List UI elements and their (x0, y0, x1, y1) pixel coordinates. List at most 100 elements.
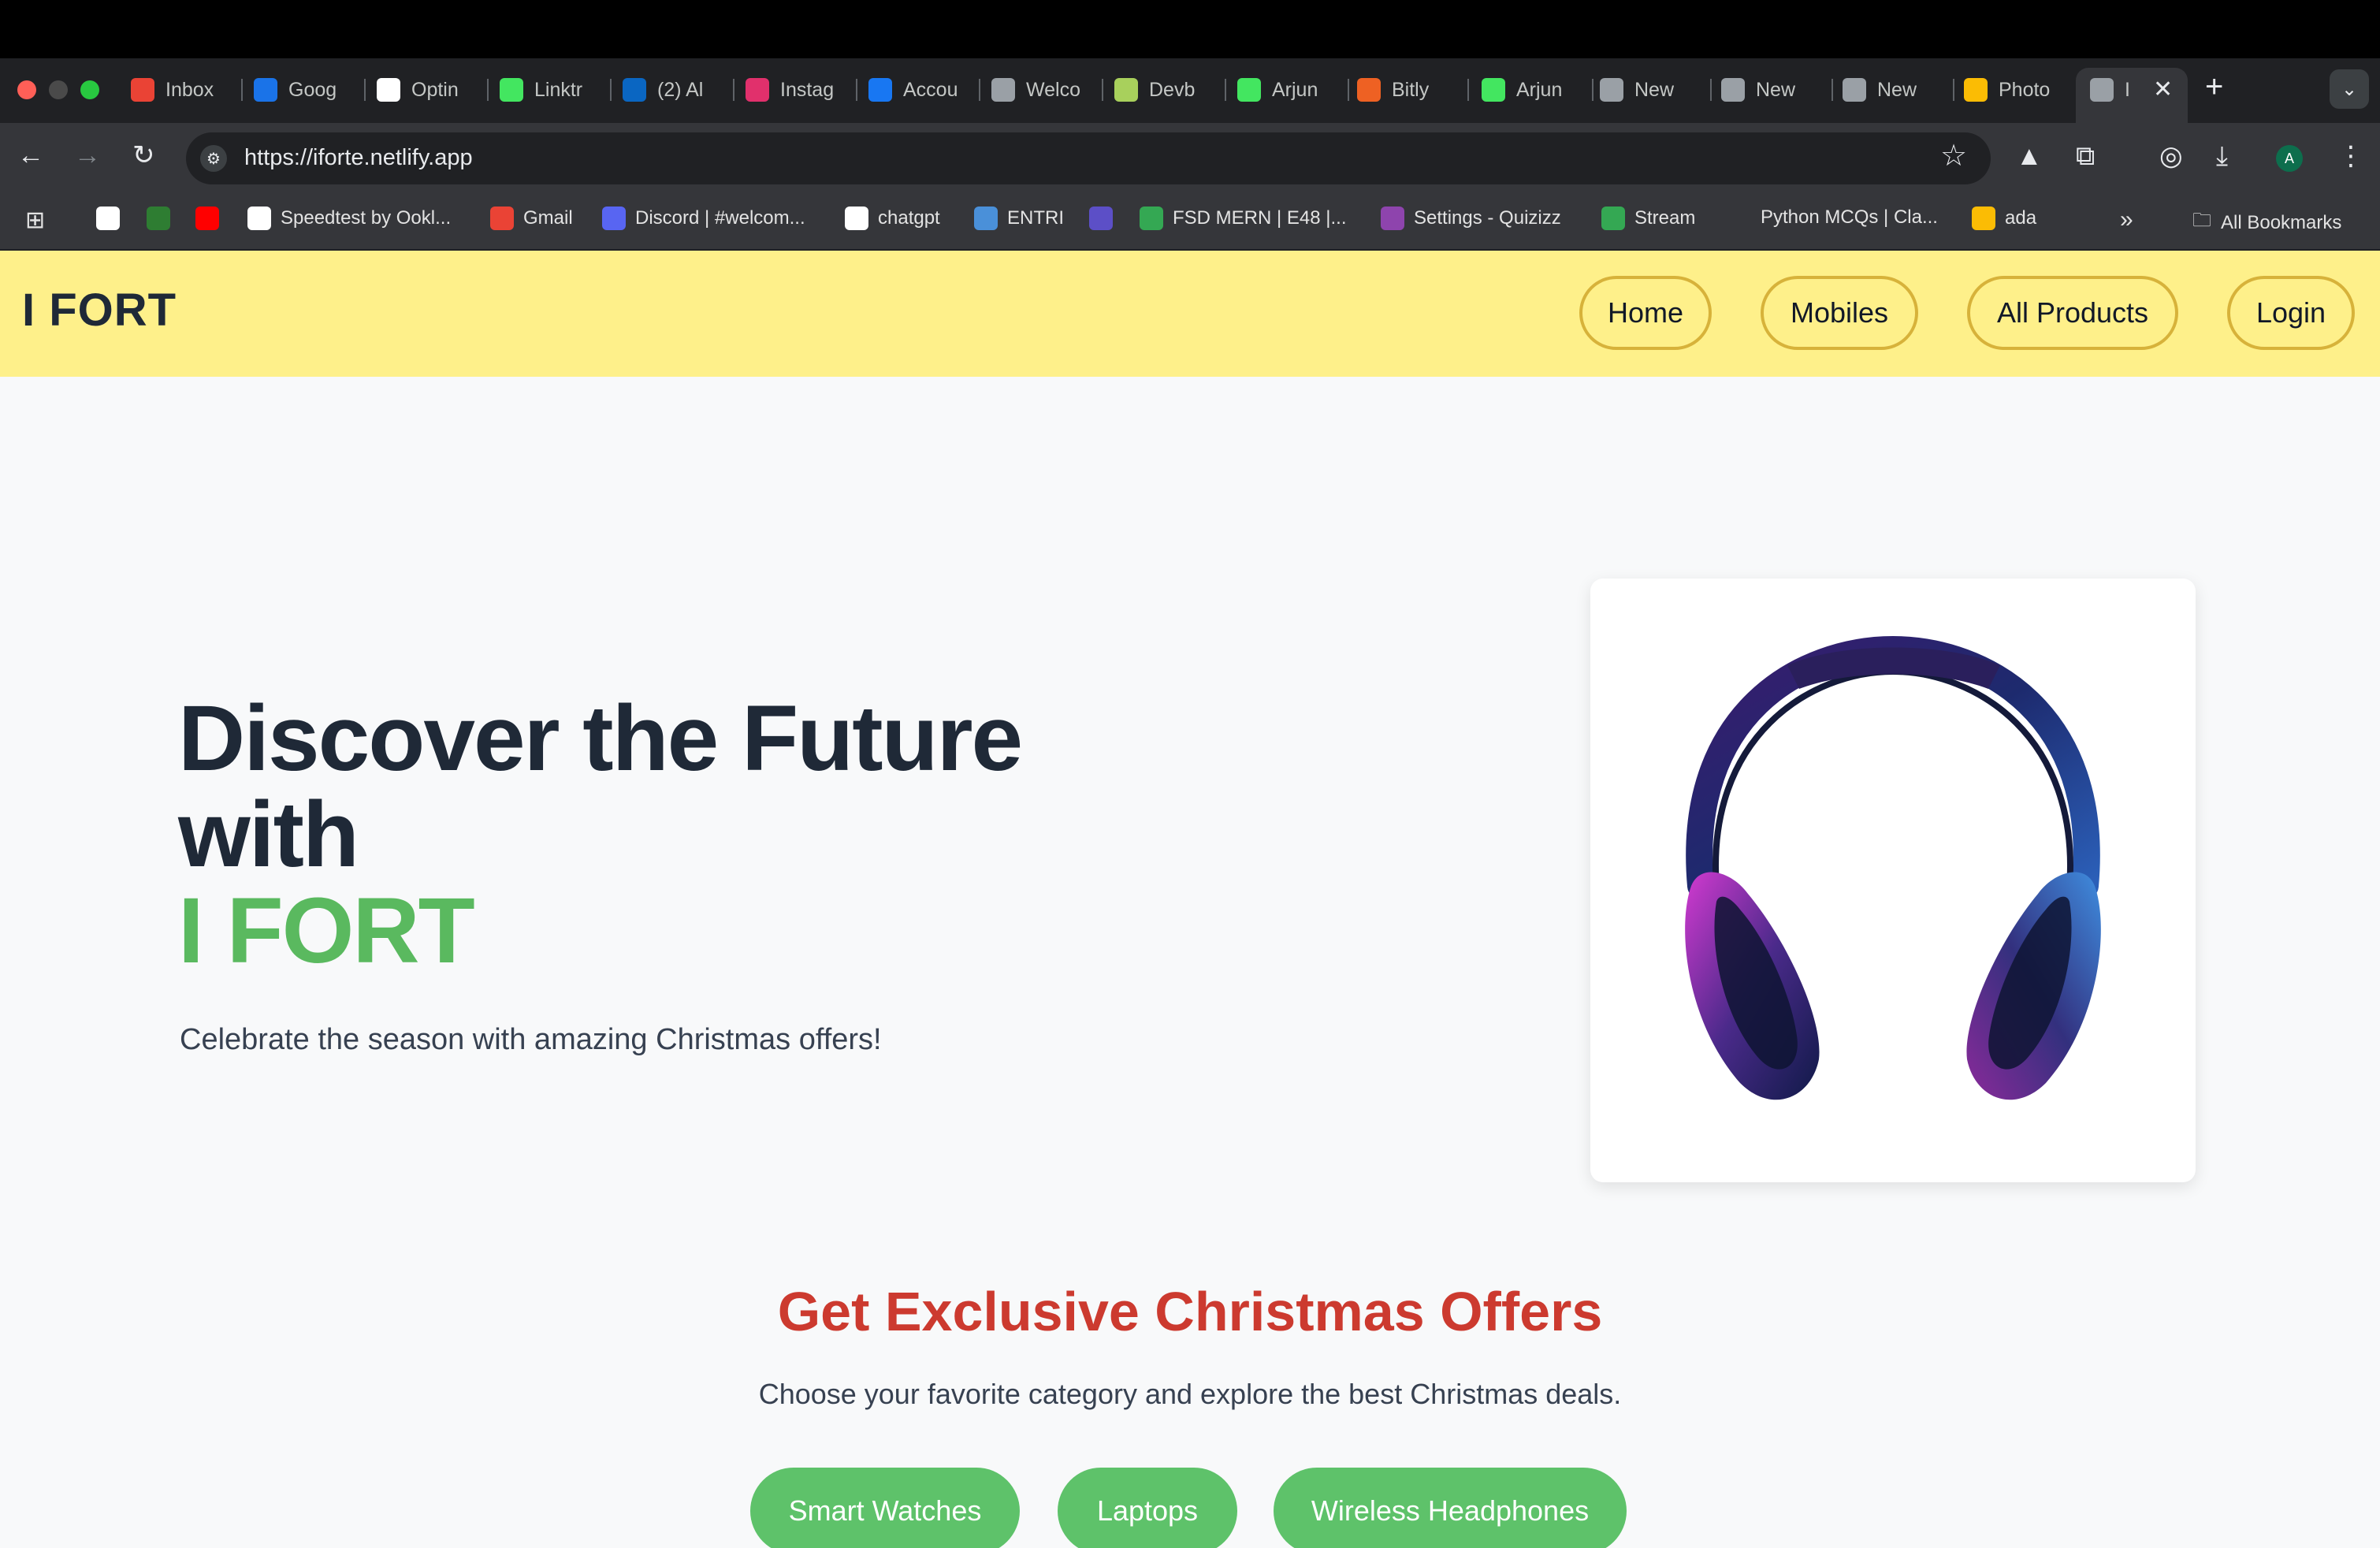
bookmarks-overflow-icon[interactable]: » (2120, 207, 2133, 233)
performance-icon[interactable]: ◎ (2159, 142, 2183, 170)
bookmark-label: Python MCQs | Cla... (1761, 207, 1938, 228)
menu-kebab-icon[interactable]: ⋮ (2337, 142, 2364, 170)
nav-all-products-button[interactable]: All Products (1967, 276, 2178, 350)
chrome-icon (1843, 78, 1866, 102)
tab-search-chevron-icon[interactable]: ⌄ (2330, 69, 2369, 109)
bookmark-item[interactable]: ENTRI (974, 207, 1064, 230)
tab-separator (733, 79, 734, 101)
photos-icon (1964, 78, 1988, 102)
tab-9[interactable]: Arjun (1237, 68, 1355, 112)
nav-mobiles-button[interactable]: Mobiles (1761, 276, 1918, 350)
bookmark-item[interactable]: Settings - Quizizz (1381, 207, 1561, 230)
bookmark-item[interactable] (1089, 207, 1113, 230)
bookmark-label: Stream (1634, 207, 1696, 229)
chrome-icon (1600, 78, 1623, 102)
gmail-icon (131, 78, 154, 102)
profile-avatar[interactable]: A (2276, 145, 2303, 172)
category-smart-watches-button[interactable]: Smart Watches (750, 1468, 1020, 1548)
finance-icon (147, 207, 170, 230)
circle-icon (1089, 207, 1113, 230)
tab-2[interactable]: Optin (377, 68, 495, 112)
tab-separator (364, 79, 366, 101)
tab-8[interactable]: Devb (1114, 68, 1233, 112)
hero-product-card (1590, 579, 2196, 1182)
classroom-icon (1140, 207, 1163, 230)
site-logo[interactable]: I FORT (22, 284, 177, 337)
tab-6[interactable]: Accou (868, 68, 987, 112)
tab-11[interactable]: Arjun (1482, 68, 1600, 112)
tab-label: New (1877, 78, 1917, 101)
nav-login-button[interactable]: Login (2227, 276, 2355, 350)
bookmark-item[interactable]: FSD MERN | E48 |... (1140, 207, 1347, 230)
tab-label: (2) Al (657, 78, 704, 101)
category-laptops-button[interactable]: Laptops (1058, 1468, 1237, 1548)
all-bookmarks-folder[interactable]: 🗀 All Bookmarks (2192, 207, 2341, 239)
linktree-icon (1237, 78, 1261, 102)
tab-label: Optin (411, 78, 459, 101)
tab-separator (241, 79, 243, 101)
tab-separator (487, 79, 489, 101)
tab-10[interactable]: Bitly (1357, 68, 1475, 112)
gmail-icon (490, 207, 514, 230)
tab-label: Bitly (1392, 78, 1430, 101)
close-tab-icon[interactable]: ✕ (2153, 76, 2173, 103)
facebook-icon (868, 78, 892, 102)
bookmark-label: Discord | #welcom... (635, 207, 805, 229)
bookmark-item[interactable]: ada (1972, 207, 2036, 230)
bookmark-item[interactable]: chatgpt (845, 207, 940, 230)
bookmark-item[interactable]: Stream (1601, 207, 1695, 230)
bookmark-item[interactable] (147, 207, 170, 230)
bookmark-item[interactable]: Gmail (490, 207, 573, 230)
extensions-puzzle-icon[interactable]: ⧉ (2076, 142, 2095, 170)
tab-separator (1467, 79, 1469, 101)
tab-0[interactable]: Inbox (131, 68, 249, 112)
hero-title-line1: Discover the Future (178, 687, 1023, 791)
quizizz-icon (1381, 207, 1404, 230)
classroom-icon (1601, 207, 1625, 230)
tab-label: Welco (1026, 78, 1081, 101)
category-wireless-headphones-button[interactable]: Wireless Headphones (1274, 1468, 1627, 1548)
tab-4[interactable]: (2) Al (623, 68, 741, 112)
bookmark-item[interactable] (96, 207, 120, 230)
minimize-window-button[interactable] (49, 80, 68, 99)
store-icon (991, 78, 1015, 102)
forward-arrow-icon[interactable]: → (74, 142, 101, 169)
hero-title-line2: with (178, 783, 359, 887)
url-text[interactable]: https://iforte.netlify.app (244, 145, 473, 171)
tab-label: New (1756, 78, 1796, 101)
tab-label: Inbox (165, 78, 214, 101)
tab-7[interactable]: Welco (991, 68, 1110, 112)
offers-title: Get Exclusive Christmas Offers (777, 1281, 1603, 1342)
apps-grid-icon[interactable]: ⊞ (25, 207, 45, 234)
bookmark-star-icon[interactable]: ☆ (1940, 140, 1967, 172)
tab-12[interactable]: New (1600, 68, 1718, 112)
site-info-icon[interactable]: ⚙ (200, 145, 227, 172)
tab-separator (1102, 79, 1103, 101)
maximize-window-button[interactable] (80, 80, 99, 99)
tab-14[interactable]: New (1843, 68, 1961, 112)
openai-icon (845, 207, 868, 230)
bookmark-label: Gmail (523, 207, 573, 229)
linktree-icon (1482, 78, 1505, 102)
close-window-button[interactable] (17, 80, 36, 99)
new-tab-button[interactable]: + (2205, 71, 2223, 102)
tab-3[interactable]: Linktr (500, 68, 618, 112)
tab-5[interactable]: Instag (746, 68, 864, 112)
tab-label: Instag (780, 78, 835, 101)
reload-icon[interactable]: ↻ (132, 142, 155, 169)
bookmark-item[interactable]: Python MCQs | Cla... (1761, 207, 1938, 229)
tab-13[interactable]: New (1721, 68, 1839, 112)
bookmark-item[interactable] (195, 207, 219, 230)
bookmark-item[interactable]: Discord | #welcom... (602, 207, 805, 230)
all-bookmarks-label: All Bookmarks (2221, 211, 2342, 233)
extension-mountain-icon[interactable]: ▲ (2016, 142, 2043, 170)
bookmark-label: FSD MERN | E48 |... (1173, 207, 1347, 229)
back-arrow-icon[interactable]: ← (17, 142, 44, 169)
bookmark-item[interactable]: Speedtest by Ookl... (247, 207, 451, 230)
tab-separator (1592, 79, 1593, 101)
nav-home-button[interactable]: Home (1579, 276, 1712, 350)
tab-15[interactable]: Photo (1964, 68, 2082, 112)
download-icon[interactable]: ⤓ (2216, 142, 2228, 170)
meet-icon (254, 78, 277, 102)
tab-1[interactable]: Goog (254, 68, 372, 112)
